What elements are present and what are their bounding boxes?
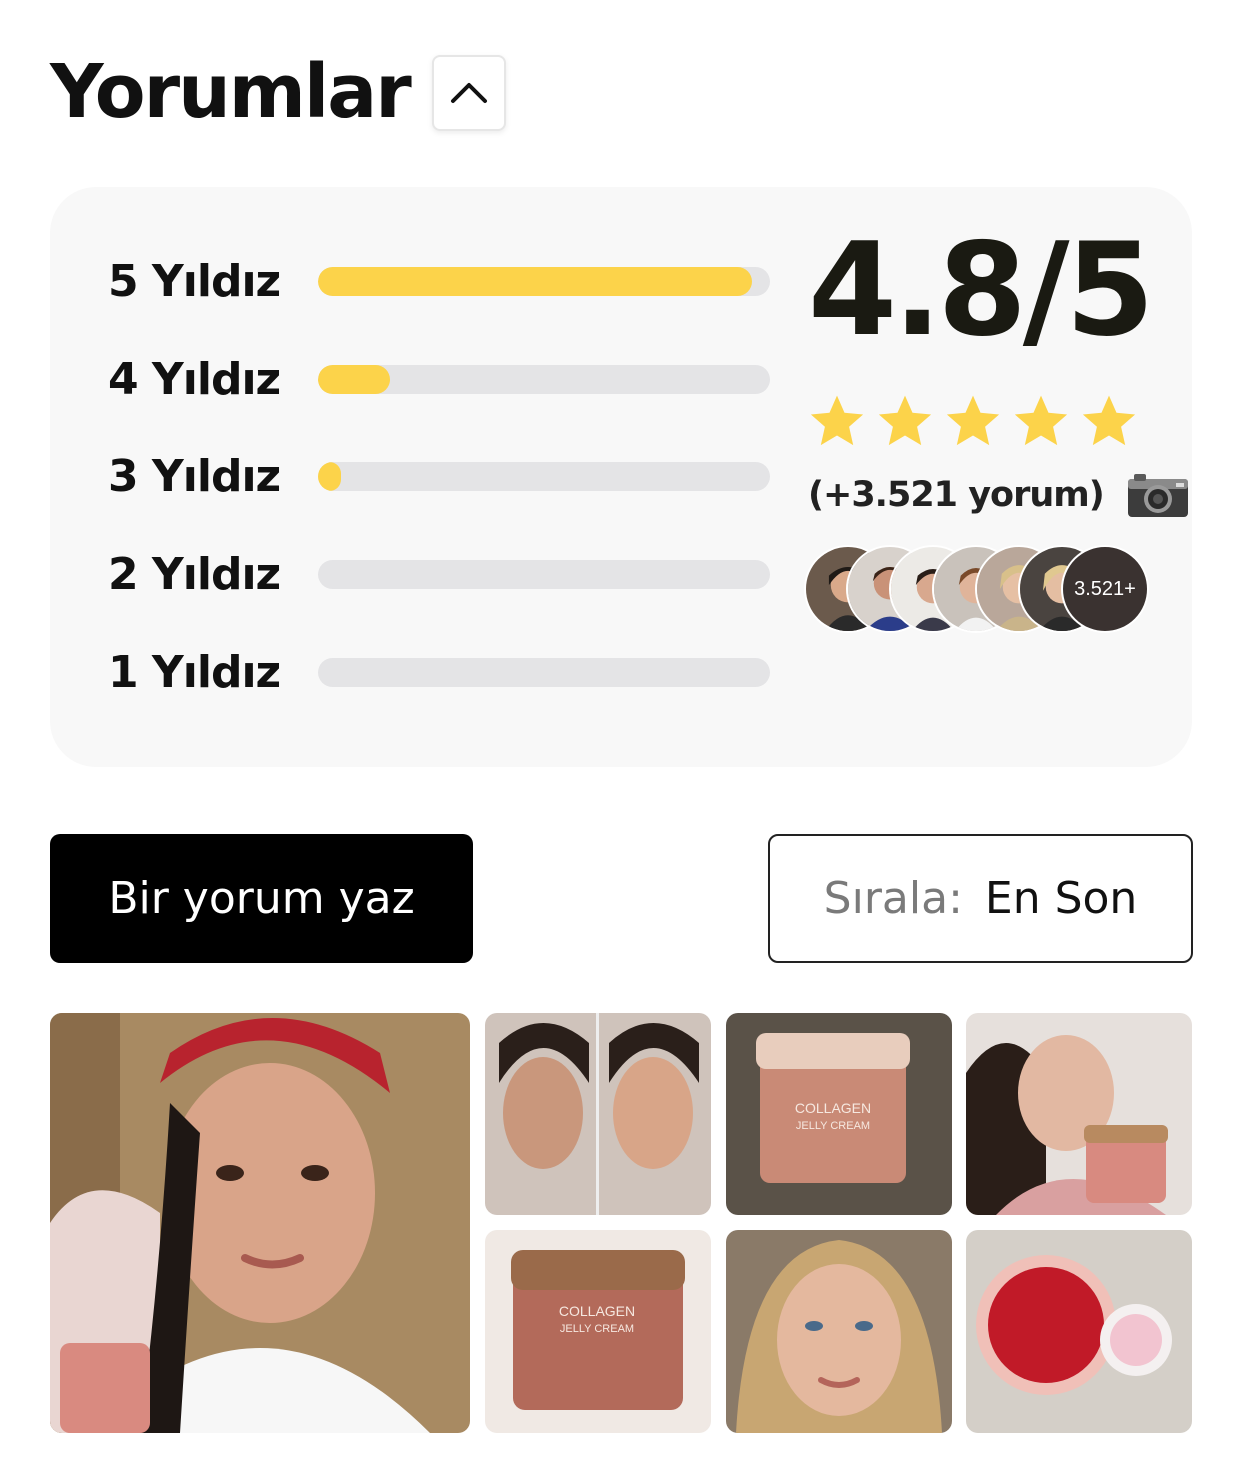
review-photo[interactable] — [966, 1013, 1192, 1215]
rating-bar-fill — [318, 364, 391, 394]
rating-row-label: 2 Yıldız — [108, 548, 281, 600]
rating-row-3[interactable]: 3 Yıldız — [108, 446, 770, 506]
rating-row-1[interactable]: 1 Yıldız — [108, 642, 770, 702]
rating-bar — [318, 266, 770, 296]
rating-bar-fill — [318, 461, 341, 491]
rating-bar — [318, 461, 770, 491]
svg-text:JELLY CREAM: JELLY CREAM — [796, 1120, 870, 1132]
sort-button[interactable]: Sırala: En Son — [768, 834, 1193, 963]
rating-bar-fill — [318, 266, 752, 296]
review-photo[interactable]: COLLAGEN JELLY CREAM — [485, 1230, 711, 1433]
svg-text:JELLY CREAM: JELLY CREAM — [560, 1323, 634, 1335]
review-photo[interactable] — [966, 1230, 1192, 1433]
star-icon — [878, 395, 932, 446]
svg-text:COLLAGEN: COLLAGEN — [559, 1303, 635, 1319]
rating-row-4[interactable]: 4 Yıldız — [108, 349, 770, 409]
reviews-header: Yorumlar — [50, 49, 506, 135]
star-icon — [1014, 395, 1068, 446]
star-rating — [808, 392, 1138, 450]
review-photo[interactable] — [485, 1013, 711, 1215]
rating-row-label: 5 Yıldız — [108, 255, 281, 307]
rating-row-2[interactable]: 2 Yıldız — [108, 544, 770, 604]
rating-row-5[interactable]: 5 Yıldız — [108, 251, 770, 311]
star-icon — [810, 395, 864, 446]
camera-icon — [1127, 474, 1188, 517]
review-photo[interactable] — [726, 1230, 952, 1433]
page-title: Yorumlar — [50, 49, 412, 135]
avatar-more: 3.521+ — [1061, 545, 1149, 633]
rating-row-label: 3 Yıldız — [108, 450, 281, 502]
rating-bar — [318, 657, 770, 687]
rating-summary: 5 Yıldız 4 Yıldız 3 Yıldız 2 Yıldız 1 Yı… — [50, 187, 1192, 767]
reviewer-avatars[interactable]: 3.521+ — [804, 545, 1154, 633]
review-count: (+3.521 yorum) — [808, 475, 1105, 515]
sort-label: Sırala: — [823, 873, 963, 924]
chevron-up-icon — [451, 83, 487, 103]
review-photo[interactable] — [50, 1013, 470, 1433]
average-score: 4.8/5 — [808, 216, 1155, 365]
write-review-button[interactable]: Bir yorum yaz — [50, 834, 473, 963]
collapse-button[interactable] — [432, 55, 506, 131]
svg-text:COLLAGEN: COLLAGEN — [795, 1100, 871, 1116]
rating-row-label: 4 Yıldız — [108, 353, 281, 405]
sort-value: En Son — [984, 873, 1138, 924]
rating-row-label: 1 Yıldız — [108, 646, 281, 698]
star-icon — [1082, 395, 1136, 446]
review-count-line[interactable]: (+3.521 yorum) — [808, 471, 1190, 519]
rating-bar — [318, 559, 770, 589]
rating-bar — [318, 364, 770, 394]
star-icon — [946, 395, 1000, 446]
review-photo[interactable]: COLLAGEN JELLY CREAM — [726, 1013, 952, 1215]
